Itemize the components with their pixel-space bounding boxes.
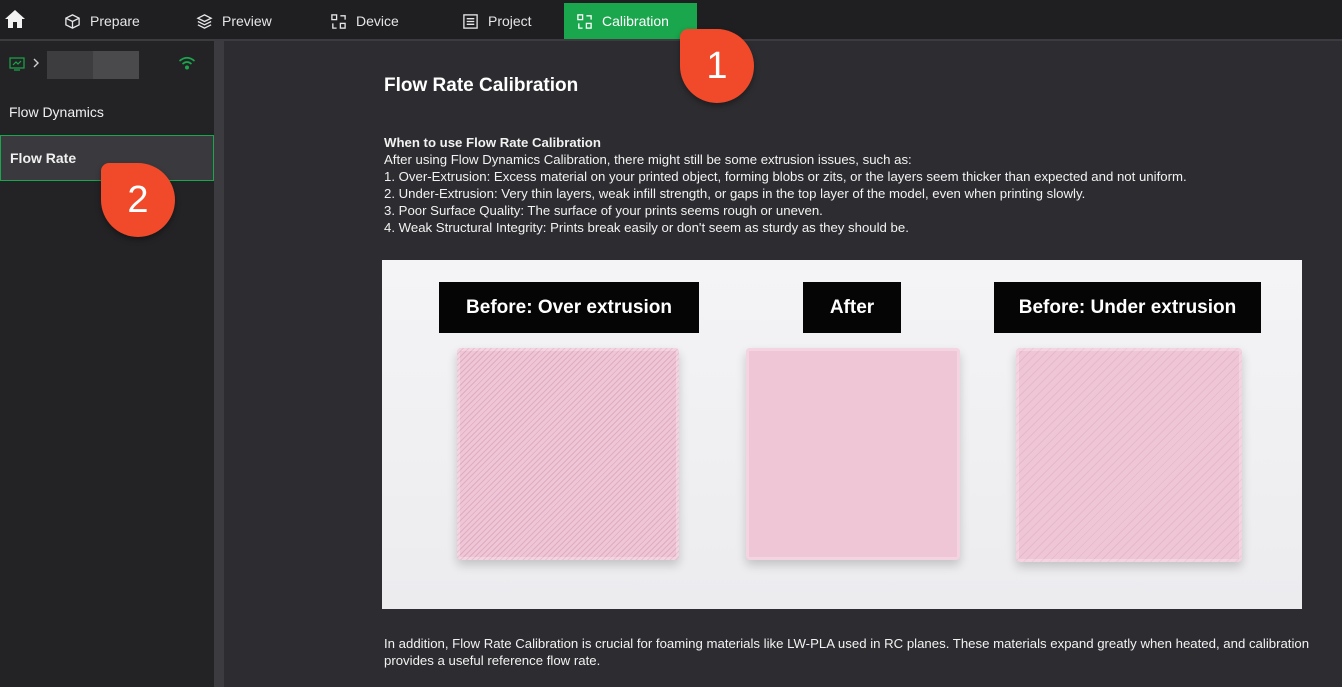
- main-content: Flow Rate Calibration When to use Flow R…: [224, 41, 1342, 687]
- tab-preview-label: Preview: [222, 13, 272, 29]
- sample-after: [746, 348, 960, 560]
- home-icon[interactable]: [4, 8, 26, 30]
- top-navigation-bar: Prepare Preview Device Project Calibrati…: [0, 0, 1342, 41]
- tab-project[interactable]: Project: [450, 3, 544, 39]
- photo-label-after: After: [803, 282, 901, 333]
- sample-over-extrusion: [457, 348, 679, 560]
- wifi-icon: [178, 56, 196, 70]
- footer-text: In addition, Flow Rate Calibration is cr…: [384, 636, 1310, 668]
- issue-item: 1. Over-Extrusion: Excess material on yo…: [384, 169, 1187, 184]
- device-selector[interactable]: [0, 49, 214, 85]
- device-icon: [331, 13, 346, 29]
- project-list-icon: [463, 13, 478, 29]
- cube-icon: [65, 13, 80, 29]
- layers-icon: [196, 13, 213, 29]
- page-title: Flow Rate Calibration: [384, 75, 579, 96]
- tab-prepare-label: Prepare: [90, 13, 140, 29]
- sidebar-item-label: Flow Rate: [10, 150, 77, 166]
- tab-device-label: Device: [356, 13, 399, 29]
- issue-item: 3. Poor Surface Quality: The surface of …: [384, 203, 823, 218]
- panel-divider[interactable]: [214, 41, 224, 687]
- intro-text: After using Flow Dynamics Calibration, t…: [384, 152, 912, 167]
- tab-preview[interactable]: Preview: [184, 3, 284, 39]
- chevron-right-icon: [33, 58, 39, 68]
- issue-item: 4. Weak Structural Integrity: Prints bre…: [384, 220, 909, 235]
- annotation-badge-1: 1: [680, 29, 754, 103]
- photo-label-under-extrusion: Before: Under extrusion: [994, 282, 1261, 333]
- sidebar-item-label: Flow Dynamics: [9, 104, 104, 120]
- tab-calibration-label: Calibration: [602, 13, 669, 29]
- device-name-redacted: [47, 51, 139, 79]
- sample-under-extrusion: [1016, 348, 1242, 562]
- when-to-use-section: When to use Flow Rate Calibration After …: [384, 134, 1334, 236]
- sidebar-item-flow-dynamics[interactable]: Flow Dynamics: [0, 89, 214, 135]
- tab-prepare[interactable]: Prepare: [52, 3, 152, 39]
- tab-calibration[interactable]: Calibration: [564, 3, 697, 39]
- comparison-photo: Before: Over extrusion After Before: Und…: [382, 260, 1302, 609]
- annotation-badge-2: 2: [101, 163, 175, 237]
- section-heading: When to use Flow Rate Calibration: [384, 135, 601, 150]
- photo-label-over-extrusion: Before: Over extrusion: [439, 282, 699, 333]
- printer-icon: [9, 57, 25, 71]
- tab-device[interactable]: Device: [318, 3, 411, 39]
- sidebar: Flow Dynamics Flow Rate: [0, 41, 214, 687]
- calibration-icon: [577, 13, 592, 29]
- issue-item: 2. Under-Extrusion: Very thin layers, we…: [384, 186, 1086, 201]
- tab-project-label: Project: [488, 13, 532, 29]
